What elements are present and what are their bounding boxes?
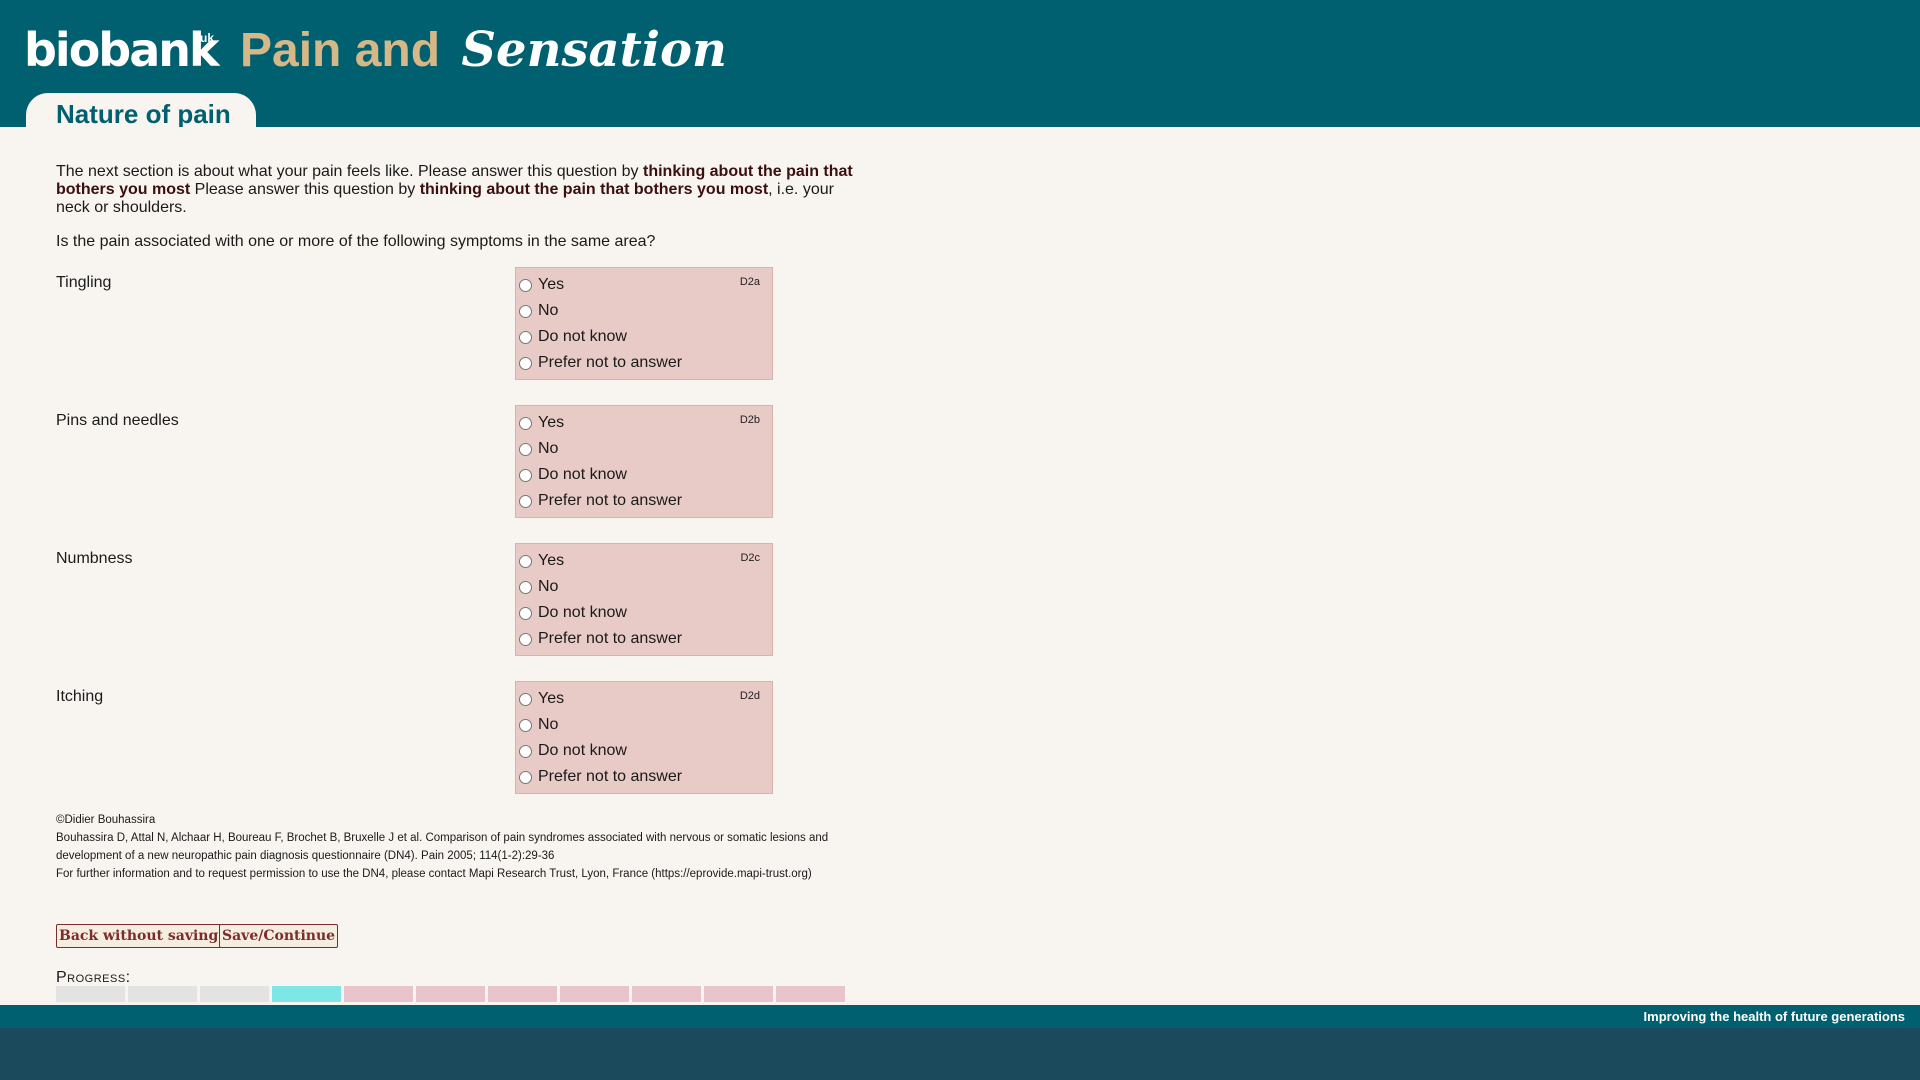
- radio-button[interactable]: [519, 744, 532, 758]
- intro-text: The next section is about what your pain…: [56, 163, 866, 217]
- radio-button[interactable]: [519, 692, 532, 706]
- symptom-label: Tingling: [56, 274, 112, 291]
- progress-label: Progress:: [56, 969, 131, 986]
- progress-segment-todo: [344, 986, 413, 1002]
- radio-button[interactable]: [519, 442, 532, 456]
- radio-option[interactable]: Do not know: [519, 325, 627, 349]
- credits: ©Didier Bouhassira Bouhassira D, Attal N…: [56, 811, 856, 883]
- radio-option-label: Yes: [538, 276, 565, 293]
- progress-segment-todo: [488, 986, 557, 1002]
- main-content: The next section is about what your pain…: [0, 127, 1920, 1005]
- radio-option[interactable]: No: [519, 575, 558, 599]
- progress-segment-todo: [704, 986, 773, 1002]
- radio-option-label: No: [538, 440, 559, 457]
- radio-option[interactable]: Do not know: [519, 739, 627, 763]
- radio-option[interactable]: Prefer not to answer: [519, 489, 682, 513]
- question-code: D2a: [739, 276, 760, 288]
- radio-option-label: Do not know: [538, 742, 627, 759]
- radio-button[interactable]: [519, 416, 532, 430]
- radio-option-label: No: [538, 302, 559, 319]
- intro-bold-2: thinking about the pain that bothers you…: [419, 181, 769, 198]
- radio-option-label: Yes: [538, 690, 565, 707]
- page-title: Nature of pain: [56, 99, 231, 129]
- answer-group: D2d Yes No Do not know Prefer not to answer: [515, 681, 773, 794]
- radio-button[interactable]: [519, 606, 532, 620]
- radio-option[interactable]: Yes: [519, 687, 564, 711]
- footer: Improving the health of future generatio…: [0, 1005, 1920, 1028]
- intro-lead: The next section is about what your pain…: [56, 163, 643, 180]
- header: biobank uk Pain and Sensation Nature of …: [0, 0, 1920, 129]
- app-title-part2: Sensation: [461, 22, 727, 78]
- radio-option-label: Do not know: [538, 328, 627, 345]
- radio-option[interactable]: Prefer not to answer: [519, 627, 682, 651]
- question-code: D2c: [740, 552, 760, 564]
- radio-button[interactable]: [519, 494, 532, 508]
- save-continue-button[interactable]: Save/Continue: [219, 924, 339, 948]
- answer-group: D2b Yes No Do not know Prefer not to answer: [515, 405, 773, 518]
- progress-segment-todo: [632, 986, 701, 1002]
- radio-option[interactable]: Yes: [519, 273, 564, 297]
- progress-segment-todo: [560, 986, 629, 1002]
- radio-option[interactable]: Yes: [519, 549, 564, 573]
- radio-option[interactable]: Prefer not to answer: [519, 351, 682, 375]
- radio-option-label: Prefer not to answer: [538, 630, 683, 647]
- question-code: D2d: [739, 690, 760, 702]
- question-text: Is the pain associated with one or more …: [56, 233, 656, 250]
- radio-option-label: Yes: [538, 552, 565, 569]
- app-title-part1: Pain and: [240, 24, 441, 77]
- footer-tagline: Improving the health of future generatio…: [1643, 1009, 1905, 1024]
- progress-segment-done: [200, 986, 269, 1002]
- radio-option-label: Yes: [538, 414, 565, 431]
- progress-segment-todo: [416, 986, 485, 1002]
- radio-option-label: Do not know: [538, 466, 627, 483]
- radio-button[interactable]: [519, 770, 532, 784]
- radio-option[interactable]: No: [519, 437, 558, 461]
- progress-segment-current: [272, 986, 341, 1002]
- progress-segment-todo: [776, 986, 845, 1002]
- radio-option-label: No: [538, 716, 559, 733]
- radio-button[interactable]: [519, 718, 532, 732]
- biobank-logo: biobank: [24, 23, 220, 77]
- question-code: D2b: [739, 414, 760, 426]
- radio-button[interactable]: [519, 356, 532, 370]
- radio-option[interactable]: Do not know: [519, 601, 627, 625]
- radio-option-label: No: [538, 578, 559, 595]
- radio-button[interactable]: [519, 468, 532, 482]
- radio-option-label: Prefer not to answer: [538, 354, 683, 371]
- credit-copyright: ©Didier Bouhassira: [56, 814, 156, 826]
- radio-option-label: Do not know: [538, 604, 627, 621]
- logo-uk-superscript: uk: [200, 31, 215, 45]
- credit-reference: Bouhassira D, Attal N, Alchaar H, Bourea…: [56, 832, 829, 862]
- radio-option[interactable]: No: [519, 713, 558, 737]
- symptom-label: Numbness: [56, 550, 133, 567]
- radio-button[interactable]: [519, 580, 532, 594]
- radio-button[interactable]: [519, 330, 532, 344]
- radio-option-label: Prefer not to answer: [538, 768, 683, 785]
- answer-group: D2a Yes No Do not know Prefer not to answer: [515, 267, 773, 380]
- radio-option[interactable]: Yes: [519, 411, 564, 435]
- radio-option[interactable]: Prefer not to answer: [519, 765, 682, 789]
- progress-segment-done: [56, 986, 125, 1002]
- radio-button[interactable]: [519, 278, 532, 292]
- radio-option-label: Prefer not to answer: [538, 492, 683, 509]
- page-tab: Nature of pain: [26, 93, 256, 129]
- progress-segment-done: [128, 986, 197, 1002]
- back-without-saving-button[interactable]: Back without saving: [56, 924, 222, 948]
- answer-group: D2c Yes No Do not know Prefer not to answer: [515, 543, 773, 656]
- radio-button[interactable]: [519, 554, 532, 568]
- symptom-label: Pins and needles: [56, 412, 179, 429]
- radio-option[interactable]: Do not know: [519, 463, 627, 487]
- credit-permission: For further information and to request p…: [56, 868, 812, 880]
- radio-option[interactable]: No: [519, 299, 558, 323]
- radio-button[interactable]: [519, 304, 532, 318]
- app-title: Pain and Sensation: [240, 18, 727, 83]
- intro-middle: Please answer this question by: [190, 181, 420, 198]
- symptom-label: Itching: [56, 688, 104, 705]
- radio-button[interactable]: [519, 632, 532, 646]
